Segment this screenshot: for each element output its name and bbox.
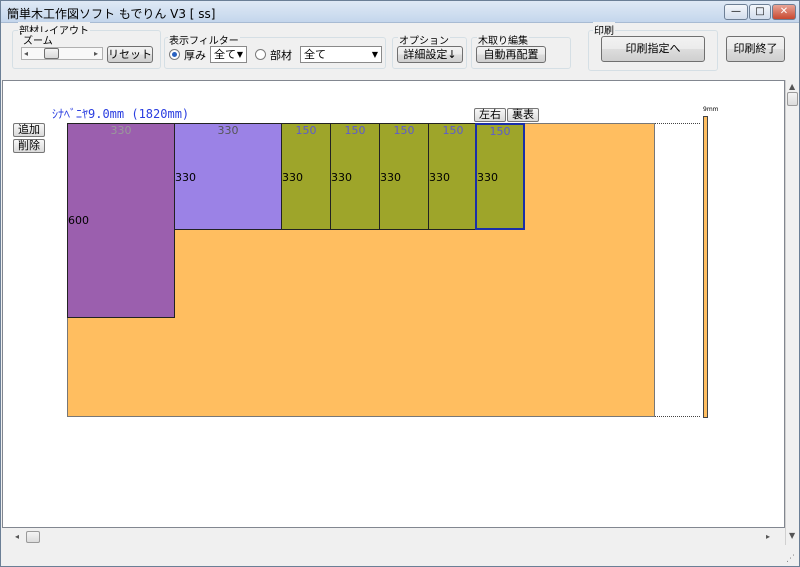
part-width-label: 150	[393, 124, 415, 137]
toolbar: 部材レイアウト ズーム ◂ ▸ リセット 表示フィルター 厚み 全て ▼ 部材 …	[1, 22, 799, 79]
part-piece[interactable]: 150 330	[281, 123, 331, 230]
print-spec-button[interactable]: 印刷指定へ	[601, 36, 705, 62]
print-group-label: 印刷	[593, 22, 615, 37]
part-width-label: 330	[110, 124, 132, 137]
part-height-label: 600	[68, 214, 89, 227]
add-button[interactable]: 追加	[13, 123, 45, 137]
zoom-slider-thumb[interactable]	[44, 48, 59, 59]
part-height-label: 330	[331, 171, 352, 184]
part-piece[interactable]: 330 600	[67, 123, 175, 318]
flip-fb-button[interactable]: 裏表	[507, 108, 539, 122]
part-width-label: 150	[489, 125, 511, 138]
grain-group-label: 木取り編集	[477, 32, 529, 47]
zoom-label: ズーム	[22, 32, 54, 47]
material-radio[interactable]	[255, 49, 266, 60]
scroll-up-icon[interactable]: ▲	[789, 82, 795, 91]
slider-right-arrow-icon[interactable]: ▸	[94, 49, 98, 58]
scroll-down-icon[interactable]: ▼	[789, 531, 795, 540]
part-width-label: 150	[295, 124, 317, 137]
part-piece[interactable]: 330 330	[174, 123, 282, 230]
delete-button[interactable]: 削除	[13, 139, 45, 153]
part-width-label: 330	[217, 124, 239, 137]
status-bar: ⋰	[1, 546, 799, 566]
scroll-right-icon[interactable]: ▸	[766, 532, 770, 541]
part-piece-selected[interactable]: 150 330	[475, 123, 525, 230]
reset-button[interactable]: リセット	[107, 46, 153, 63]
part-width-label: 150	[442, 124, 464, 137]
vertical-scrollbar[interactable]: ▲ ▼	[785, 80, 799, 545]
thickness-radio-label: 厚み	[184, 49, 206, 62]
auto-rearrange-button[interactable]: 自動再配置	[476, 46, 546, 63]
close-button[interactable]: ✕	[772, 4, 796, 20]
part-height-label: 330	[282, 171, 303, 184]
thickness-select[interactable]: 全て ▼	[210, 46, 247, 63]
chevron-down-icon: ▼	[371, 50, 378, 59]
slider-left-arrow-icon[interactable]: ◂	[24, 49, 28, 58]
layout-canvas[interactable]: ｼﾅﾍﾞﾆﾔ9.0mm (1820mm) 追加 削除 左右 裏表 330 600…	[2, 80, 785, 528]
part-height-label: 330	[380, 171, 401, 184]
part-width-label: 150	[344, 124, 366, 137]
window-title: 簡単木工作図ソフト もでりん V3 [ ss]	[7, 7, 216, 21]
part-piece[interactable]: 150 330	[428, 123, 478, 230]
board-label: ｼﾅﾍﾞﾆﾔ9.0mm (1820mm)	[52, 107, 190, 121]
zoom-slider[interactable]: ◂ ▸	[21, 47, 103, 60]
material-select[interactable]: 全て ▼	[300, 46, 382, 63]
side-thickness-label: 9mm	[703, 106, 719, 113]
horizontal-scroll-thumb[interactable]	[26, 531, 40, 543]
minimize-button[interactable]: —	[724, 4, 748, 20]
board-side-view	[703, 116, 708, 418]
option-group-label: オプション	[398, 32, 450, 47]
board-overflow-guide	[655, 123, 700, 417]
material-radio-label: 部材	[270, 49, 292, 62]
vertical-scroll-thumb[interactable]	[787, 92, 798, 106]
part-piece[interactable]: 150 330	[330, 123, 380, 230]
material-select-value: 全て	[304, 48, 326, 61]
detail-settings-button[interactable]: 詳細設定↓	[397, 46, 463, 63]
resize-grip-icon[interactable]: ⋰	[786, 554, 795, 564]
horizontal-scrollbar[interactable]: ◂ ▸	[2, 529, 785, 545]
part-height-label: 330	[175, 171, 196, 184]
thickness-radio[interactable]	[169, 49, 180, 60]
part-piece[interactable]: 150 330	[379, 123, 429, 230]
maximize-button[interactable]: □	[749, 4, 771, 20]
filter-group-label: 表示フィルター	[168, 32, 240, 47]
mirror-lr-button[interactable]: 左右	[474, 108, 506, 122]
title-bar: 簡単木工作図ソフト もでりん V3 [ ss] — □ ✕	[1, 1, 799, 23]
print-end-button[interactable]: 印刷終了	[726, 36, 785, 62]
app-window: 簡単木工作図ソフト もでりん V3 [ ss] — □ ✕ 部材レイアウト ズー…	[0, 0, 800, 567]
chevron-down-icon: ▼	[236, 50, 243, 59]
scroll-left-icon[interactable]: ◂	[15, 532, 19, 541]
part-height-label: 330	[477, 171, 498, 184]
thickness-select-value: 全て	[214, 48, 236, 61]
part-height-label: 330	[429, 171, 450, 184]
